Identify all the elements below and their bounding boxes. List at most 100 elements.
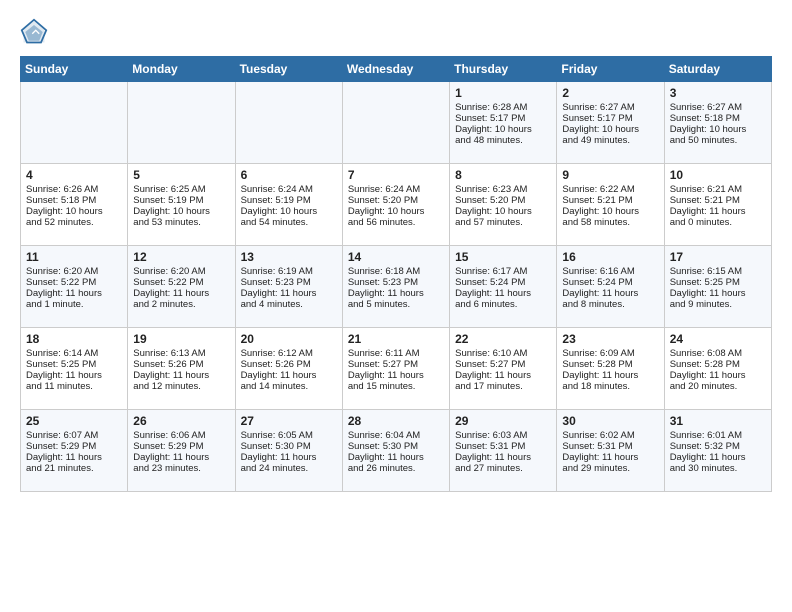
day-info-line: Daylight: 11 hours (562, 370, 658, 381)
day-info-line: Sunset: 5:27 PM (455, 359, 551, 370)
day-info-line: Daylight: 11 hours (26, 288, 122, 299)
day-info-line: and 29 minutes. (562, 463, 658, 474)
day-number: 20 (241, 332, 337, 346)
day-info-line: Sunrise: 6:14 AM (26, 348, 122, 359)
day-info-line: Sunset: 5:18 PM (670, 113, 766, 124)
day-cell: 14Sunrise: 6:18 AMSunset: 5:23 PMDayligh… (342, 246, 449, 328)
day-cell: 24Sunrise: 6:08 AMSunset: 5:28 PMDayligh… (664, 328, 771, 410)
day-info-line: and 26 minutes. (348, 463, 444, 474)
week-row-3: 11Sunrise: 6:20 AMSunset: 5:22 PMDayligh… (21, 246, 772, 328)
day-info-line: Sunset: 5:24 PM (562, 277, 658, 288)
day-info-line: Sunrise: 6:16 AM (562, 266, 658, 277)
day-info-line: Daylight: 11 hours (348, 370, 444, 381)
day-info-line: Sunrise: 6:25 AM (133, 184, 229, 195)
day-info-line: and 54 minutes. (241, 217, 337, 228)
day-number: 26 (133, 414, 229, 428)
day-number: 6 (241, 168, 337, 182)
day-info-line: Sunrise: 6:04 AM (348, 430, 444, 441)
day-number: 29 (455, 414, 551, 428)
day-info-line: and 8 minutes. (562, 299, 658, 310)
day-info-line: and 20 minutes. (670, 381, 766, 392)
day-number: 31 (670, 414, 766, 428)
header-cell-sunday: Sunday (21, 57, 128, 82)
header-cell-tuesday: Tuesday (235, 57, 342, 82)
day-number: 22 (455, 332, 551, 346)
day-info-line: Daylight: 11 hours (348, 452, 444, 463)
day-info-line: and 53 minutes. (133, 217, 229, 228)
day-info-line: Sunset: 5:18 PM (26, 195, 122, 206)
day-cell: 1Sunrise: 6:28 AMSunset: 5:17 PMDaylight… (450, 82, 557, 164)
day-info-line: Sunrise: 6:21 AM (670, 184, 766, 195)
day-info-line: Sunrise: 6:05 AM (241, 430, 337, 441)
day-cell (21, 82, 128, 164)
day-info-line: Sunrise: 6:12 AM (241, 348, 337, 359)
day-number: 3 (670, 86, 766, 100)
day-info-line: Sunset: 5:30 PM (241, 441, 337, 452)
header-cell-thursday: Thursday (450, 57, 557, 82)
week-row-1: 1Sunrise: 6:28 AMSunset: 5:17 PMDaylight… (21, 82, 772, 164)
day-info-line: Daylight: 11 hours (670, 206, 766, 217)
day-cell: 5Sunrise: 6:25 AMSunset: 5:19 PMDaylight… (128, 164, 235, 246)
day-info-line: Daylight: 10 hours (455, 124, 551, 135)
day-info-line: Sunrise: 6:18 AM (348, 266, 444, 277)
day-info-line: and 24 minutes. (241, 463, 337, 474)
day-info-line: Daylight: 11 hours (562, 288, 658, 299)
day-info-line: and 9 minutes. (670, 299, 766, 310)
day-info-line: Sunset: 5:24 PM (455, 277, 551, 288)
day-info-line: Sunrise: 6:20 AM (26, 266, 122, 277)
day-info-line: Sunrise: 6:10 AM (455, 348, 551, 359)
day-number: 8 (455, 168, 551, 182)
day-cell: 18 Sunrise: 6:14 AMSunset: 5:25 PMDayligh… (21, 328, 128, 410)
day-info-line: and 15 minutes. (348, 381, 444, 392)
day-cell: 19Sunrise: 6:13 AMSunset: 5:26 PMDayligh… (128, 328, 235, 410)
header-row: SundayMondayTuesdayWednesdayThursdayFrid… (21, 57, 772, 82)
day-info-line: Sunset: 5:19 PM (241, 195, 337, 206)
day-info-line: Daylight: 11 hours (26, 370, 122, 381)
day-info-line: Daylight: 10 hours (562, 206, 658, 217)
day-cell: 15Sunrise: 6:17 AMSunset: 5:24 PMDayligh… (450, 246, 557, 328)
week-row-5: 25Sunrise: 6:07 AMSunset: 5:29 PMDayligh… (21, 410, 772, 492)
day-info-line: Sunset: 5:27 PM (348, 359, 444, 370)
day-cell: 7Sunrise: 6:24 AMSunset: 5:20 PMDaylight… (342, 164, 449, 246)
day-number: 5 (133, 168, 229, 182)
logo-icon (20, 18, 48, 46)
day-info-line: Daylight: 11 hours (670, 288, 766, 299)
day-info-line: Sunset: 5:29 PM (133, 441, 229, 452)
day-info-line: and 6 minutes. (455, 299, 551, 310)
day-info-line: Daylight: 10 hours (241, 206, 337, 217)
day-cell: 13Sunrise: 6:19 AMSunset: 5:23 PMDayligh… (235, 246, 342, 328)
day-cell: 17Sunrise: 6:15 AMSunset: 5:25 PMDayligh… (664, 246, 771, 328)
day-info-line: Sunrise: 6:15 AM (670, 266, 766, 277)
day-number: 11 (26, 250, 122, 264)
day-number: 25 (26, 414, 122, 428)
header (20, 18, 772, 46)
logo (20, 18, 52, 46)
day-cell: 28Sunrise: 6:04 AMSunset: 5:30 PMDayligh… (342, 410, 449, 492)
day-info-line: Daylight: 11 hours (348, 288, 444, 299)
day-number: 24 (670, 332, 766, 346)
day-cell (342, 82, 449, 164)
header-cell-saturday: Saturday (664, 57, 771, 82)
day-info-line: Sunset: 5:17 PM (455, 113, 551, 124)
calendar-table: SundayMondayTuesdayWednesdayThursdayFrid… (20, 56, 772, 492)
day-number: 18 (26, 332, 122, 346)
day-info-line: Daylight: 11 hours (133, 452, 229, 463)
day-info-line: Sunset: 5:20 PM (348, 195, 444, 206)
day-number: 28 (348, 414, 444, 428)
day-info-line: Sunset: 5:22 PM (133, 277, 229, 288)
day-cell: 22Sunrise: 6:10 AMSunset: 5:27 PMDayligh… (450, 328, 557, 410)
day-info-line: Sunset: 5:25 PM (26, 359, 122, 370)
day-info-line: Sunset: 5:22 PM (26, 277, 122, 288)
day-info-line: Sunset: 5:29 PM (26, 441, 122, 452)
day-cell: 4Sunrise: 6:26 AMSunset: 5:18 PMDaylight… (21, 164, 128, 246)
day-info-line: and 1 minute. (26, 299, 122, 310)
day-cell: 11 Sunrise: 6:20 AMSunset: 5:22 PMDayligh… (21, 246, 128, 328)
day-info-line: Sunrise: 6:08 AM (670, 348, 766, 359)
day-info-line: Sunrise: 6:22 AM (562, 184, 658, 195)
day-info-line: and 2 minutes. (133, 299, 229, 310)
day-info-line: Sunset: 5:31 PM (562, 441, 658, 452)
day-info-line: Daylight: 11 hours (241, 370, 337, 381)
calendar-body: 1Sunrise: 6:28 AMSunset: 5:17 PMDaylight… (21, 82, 772, 492)
day-info-line: Daylight: 10 hours (562, 124, 658, 135)
day-number: 13 (241, 250, 337, 264)
